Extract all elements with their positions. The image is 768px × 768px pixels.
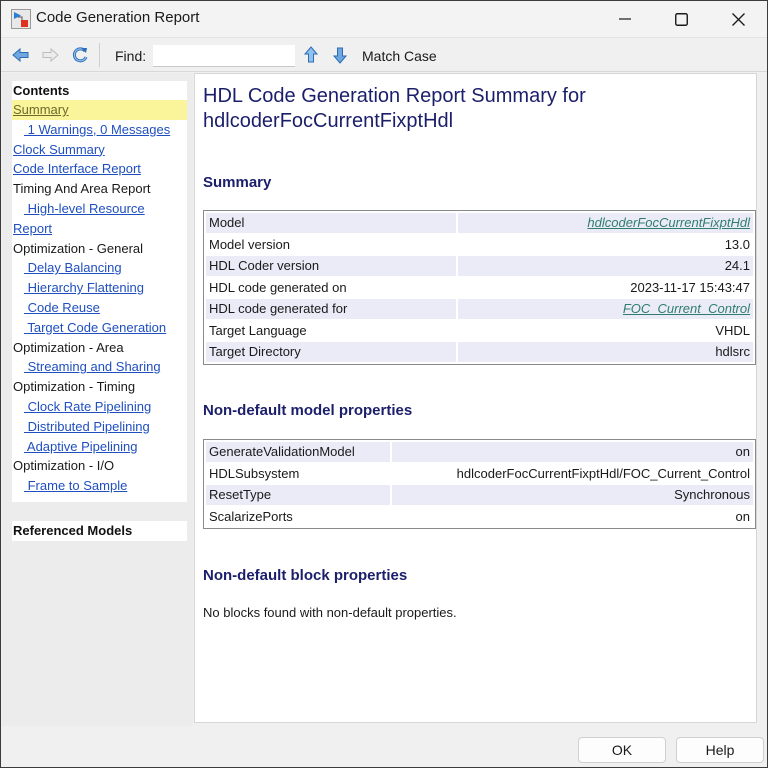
referenced-models-header: Referenced Models [12, 521, 187, 541]
arrow-up-icon [303, 46, 319, 63]
refresh-button[interactable] [71, 46, 89, 64]
model-properties-table: GenerateValidationModel on HDLSubsystem hdl… [203, 439, 756, 529]
back-arrow-icon [12, 47, 29, 63]
simulink-model-icon [11, 9, 31, 29]
property-value: hdlsrc [458, 342, 753, 362]
close-button[interactable] [715, 1, 761, 37]
property-value: on [735, 508, 750, 524]
block-properties-heading: Non-default block properties [203, 567, 408, 584]
property-name: Model version [209, 236, 290, 252]
ok-button[interactable]: OK [578, 737, 666, 763]
property-value: VHDL [715, 322, 750, 338]
contents-section-label: Optimization - General [13, 240, 144, 256]
window-title: Code Generation Report [36, 9, 200, 26]
report-title: HDL Code Generation Report Summary for h… [203, 85, 586, 132]
contents-link[interactable]: Target Code Generation [12, 318, 187, 338]
property-name: Target Language [209, 322, 307, 338]
property-value-link[interactable]: FOC_Current_Control [623, 301, 750, 316]
forward-button[interactable] [41, 46, 59, 64]
model-property-row: HDLSubsystem hdlcoderFocCurrentFixptHdl/F… [206, 464, 753, 484]
no-blocks-message: No blocks found with non-default propert… [203, 605, 457, 620]
toolbar: Find: Match Case [1, 37, 767, 72]
help-button[interactable]: Help [676, 737, 764, 763]
contents-link[interactable]: Report [12, 219, 187, 239]
contents-section-label: Optimization - Area [13, 339, 124, 355]
table-of-contents: Contents Summary 1 Warnings, 0 Messages C… [12, 81, 187, 502]
property-name: HDL code generated on [209, 279, 347, 295]
model-property-row: GenerateValidationModel on [206, 442, 753, 462]
property-value: 24.1 [458, 256, 753, 276]
contents-section-label: Timing And Area Report [13, 181, 151, 197]
summary-row: Target Language VHDL [206, 321, 753, 341]
property-value: on [392, 442, 753, 462]
code-generation-report-window: Code Generation Report Find: Match Case … [0, 0, 768, 768]
find-input[interactable] [153, 45, 295, 67]
property-value: Synchronous [392, 485, 753, 505]
summary-row: Model hdlcoderFocCurrentFixptHdl [206, 213, 753, 233]
property-name: HDL Coder version [206, 256, 456, 276]
contents-link[interactable]: Distributed Pipelining [12, 417, 187, 437]
toolbar-separator [99, 43, 100, 67]
contents-link[interactable]: Clock Summary [12, 140, 187, 160]
maximize-icon [674, 12, 688, 26]
property-value-cell: hdlcoderFocCurrentFixptHdl [458, 213, 753, 233]
property-name: Target Directory [206, 342, 456, 362]
summary-row: Target Directory hdlsrc [206, 342, 753, 362]
summary-row: HDL code generated for FOC_Current_Contro… [206, 299, 753, 319]
property-value-link[interactable]: hdlcoderFocCurrentFixptHdl [587, 215, 750, 230]
contents-section-label: Optimization - Timing [13, 379, 136, 395]
contents-link[interactable]: Frame to Sample [12, 476, 187, 496]
contents-link[interactable]: Summary [12, 100, 187, 120]
contents-link[interactable]: Code Reuse [12, 298, 187, 318]
model-property-row: ResetType Synchronous [206, 485, 753, 505]
arrow-down-icon [332, 47, 348, 64]
minimize-icon [619, 18, 631, 20]
property-value: 2023-11-17 15:43:47 [630, 279, 750, 295]
find-next-button[interactable] [332, 46, 350, 64]
property-value: hdlcoderFocCurrentFixptHdl/FOC_Current_C… [456, 465, 750, 481]
refresh-icon [72, 47, 88, 63]
model-properties-heading: Non-default model properties [203, 402, 413, 419]
contents-link[interactable]: Hierarchy Flattening [12, 278, 187, 298]
maximize-button[interactable] [658, 1, 704, 37]
property-name: Model [206, 213, 456, 233]
property-name: HDL code generated for [206, 299, 456, 319]
summary-table: Model hdlcoderFocCurrentFixptHdl Model ver… [203, 210, 756, 365]
property-name: ScalarizePorts [209, 508, 293, 524]
property-value: 13.0 [724, 236, 750, 252]
find-previous-button[interactable] [303, 46, 321, 64]
summary-row: Model version 13.0 [206, 235, 753, 255]
property-name: HDLSubsystem [209, 465, 300, 481]
report-content: HDL Code Generation Report Summary for h… [194, 73, 757, 723]
contents-header: Contents [13, 83, 70, 98]
contents-link[interactable]: Code Interface Report [12, 159, 187, 179]
summary-heading: Summary [203, 174, 272, 191]
title-bar: Code Generation Report [1, 1, 767, 37]
forward-arrow-icon [42, 47, 59, 63]
contents-link[interactable]: High-level Resource [12, 199, 187, 219]
summary-row: HDL Coder version 24.1 [206, 256, 753, 276]
contents-link[interactable]: Clock Rate Pipelining [12, 397, 187, 417]
contents-link[interactable]: Delay Balancing [12, 258, 187, 278]
minimize-button[interactable] [602, 1, 648, 37]
match-case-toggle[interactable]: Match Case [362, 48, 437, 64]
contents-pane: Contents Summary 1 Warnings, 0 Messages C… [2, 73, 193, 726]
summary-row: HDL code generated on 2023-11-17 15:43:47 [206, 278, 753, 298]
contents-list: Summary 1 Warnings, 0 Messages Clock Summ… [12, 100, 187, 496]
contents-link[interactable]: Adaptive Pipelining [12, 437, 187, 457]
property-name: ResetType [206, 485, 390, 505]
contents-link[interactable]: Streaming and Sharing [12, 357, 187, 377]
property-value-cell: FOC_Current_Control [458, 299, 753, 319]
close-icon [731, 12, 745, 26]
find-label: Find: [115, 48, 147, 64]
dialog-footer: OK Help [1, 726, 767, 767]
contents-section-label: Optimization - I/O [13, 458, 115, 474]
contents-link[interactable]: 1 Warnings, 0 Messages [12, 120, 187, 140]
property-name: GenerateValidationModel [206, 442, 390, 462]
model-property-row: ScalarizePorts on [206, 507, 753, 527]
back-button[interactable] [12, 46, 30, 64]
